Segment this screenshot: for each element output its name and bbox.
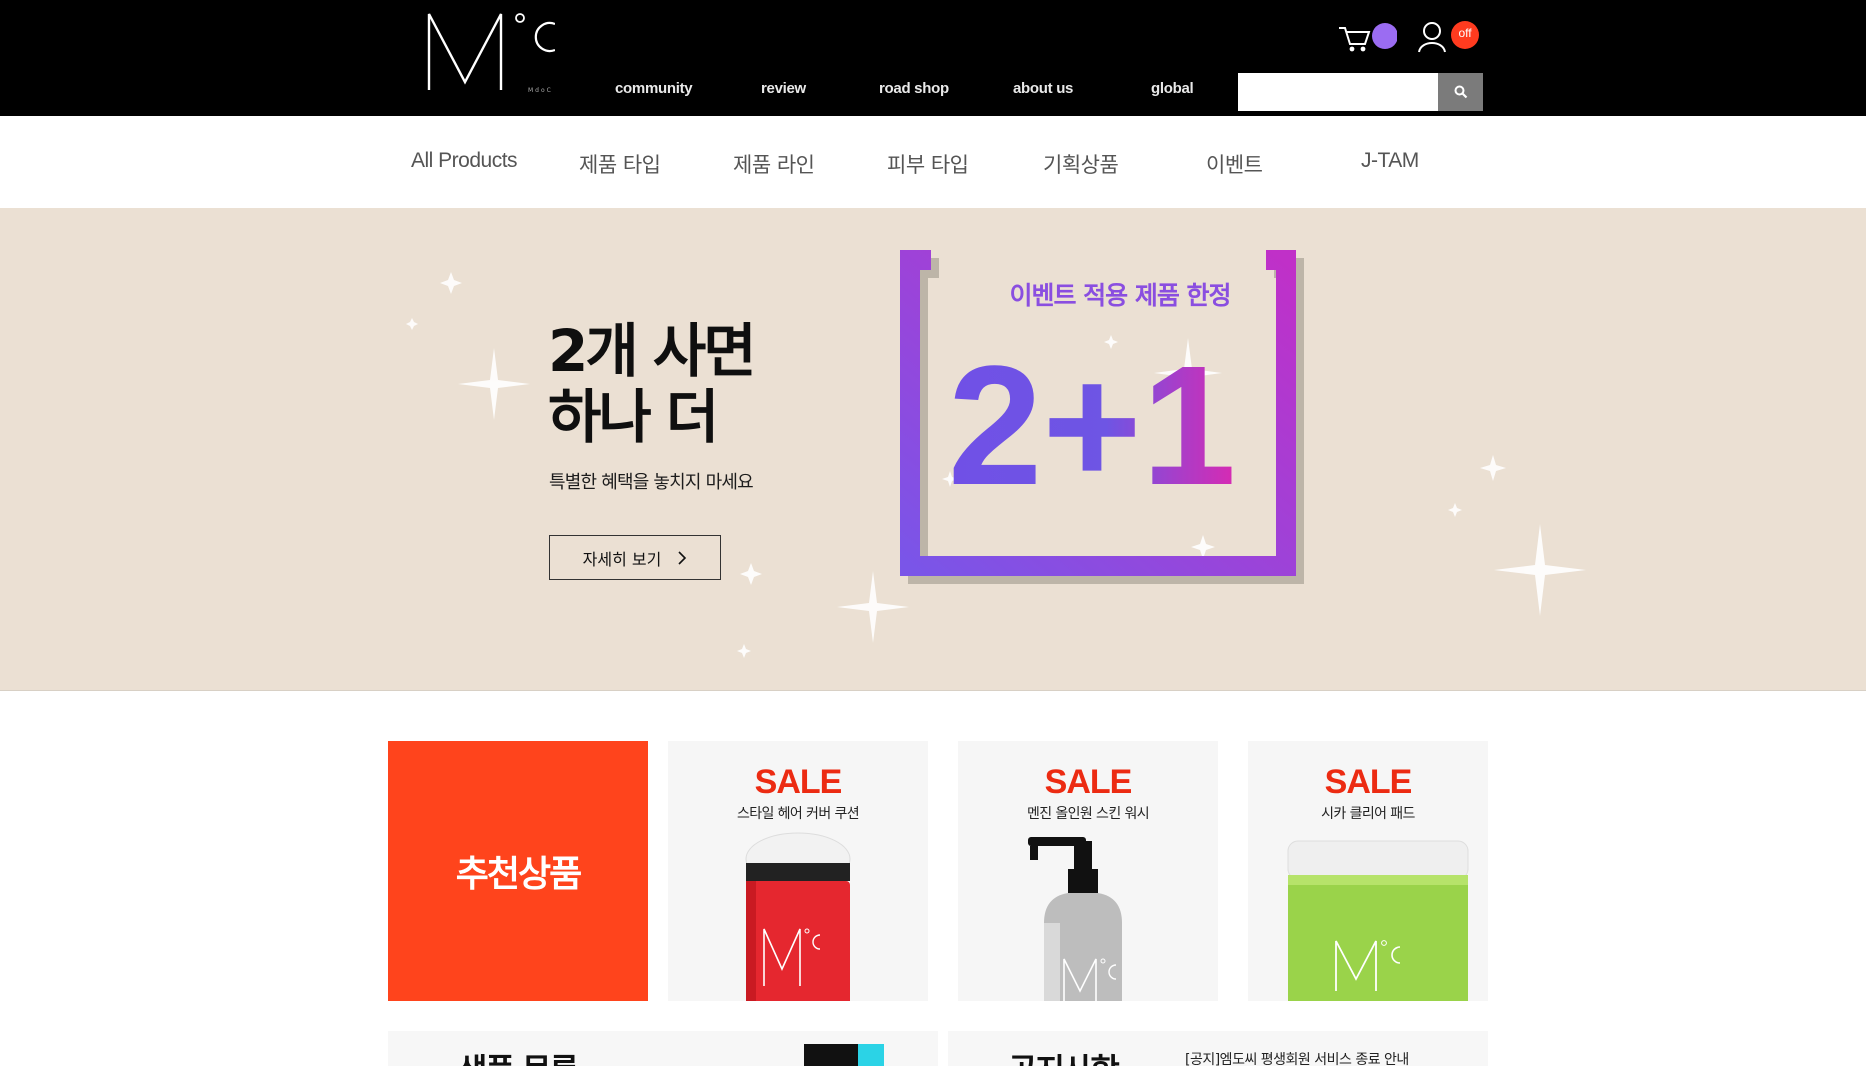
nav-global[interactable]: global — [1151, 80, 1194, 97]
hair-cushion-product-image — [745, 832, 851, 1001]
user-button[interactable]: off — [1418, 20, 1482, 56]
svg-text:MdoC: MdoC — [528, 87, 553, 94]
cart-button[interactable] — [1337, 22, 1398, 54]
product-card[interactable]: SALE 멘진 올인원 스킨 워시 — [958, 741, 1218, 1001]
mdoc-logo[interactable]: MdoC — [425, 10, 555, 95]
nav-review[interactable]: review — [761, 80, 806, 97]
category-product-type[interactable]: 제품 타입 — [579, 149, 661, 179]
search-button[interactable] — [1438, 73, 1483, 111]
category-special-products[interactable]: 기획상품 — [1043, 149, 1119, 179]
promo-2plus1-text: 2+1 — [948, 331, 1236, 521]
product-name: 스타일 헤어 커버 쿠션 — [736, 806, 860, 822]
category-nav: All Products 제품 타입 제품 라인 피부 타입 기획상품 이벤트 … — [0, 116, 1866, 208]
category-skin-type[interactable]: 피부 타입 — [887, 149, 969, 179]
login-status-badge: off — [1458, 26, 1472, 40]
promo-banner[interactable]: 2개 사면 하나 더 특별한 혜택을 놓치지 마세요 자세히 보기 이벤트 적용… — [0, 208, 1866, 691]
skin-wash-product-image — [1028, 837, 1122, 1001]
promo-2plus1-graphic: 2+1 — [900, 250, 1304, 584]
sale-badge: SALE — [1044, 763, 1133, 801]
notice-title: 공지사항 — [1008, 1045, 1120, 1066]
cica-pad-product-image — [1287, 840, 1469, 1001]
category-product-line[interactable]: 제품 라인 — [733, 149, 815, 179]
nav-community[interactable]: community — [615, 80, 693, 97]
notice-card[interactable]: 공지사항 [공지]엠도씨 평생회원 서비스 종료 안내 — [948, 1031, 1488, 1066]
top-bar: MdoC community review road shop about us… — [0, 0, 1866, 116]
category-all-products[interactable]: All Products — [411, 149, 518, 173]
search-icon — [1454, 85, 1467, 99]
view-details-button[interactable]: 자세히 보기 — [549, 535, 721, 580]
cart-icon — [1339, 23, 1398, 52]
sale-badge: SALE — [754, 763, 843, 801]
nav-about-us[interactable]: about us — [1013, 80, 1073, 97]
category-j-tam[interactable]: J-TAM — [1361, 149, 1419, 173]
nav-road-shop[interactable]: road shop — [879, 80, 949, 97]
headline-line-2: 하나 더 — [548, 383, 719, 451]
product-name: 멘진 올인원 스킨 워시 — [1026, 806, 1150, 822]
search-input[interactable] — [1238, 73, 1438, 111]
banner-subtitle: 특별한 혜택을 놓치지 마세요 — [549, 472, 754, 493]
recommended-title: 추천상품 — [455, 854, 582, 895]
recommended-title-tile: 추천상품 — [388, 741, 648, 1001]
product-name: 시카 클리어 패드 — [1321, 806, 1415, 822]
category-events[interactable]: 이벤트 — [1206, 149, 1263, 179]
chevron-right-icon — [678, 550, 687, 565]
sample-list-card[interactable]: 샘플 목록 — [388, 1031, 938, 1066]
product-card[interactable]: SALE 시카 클리어 패드 — [1248, 741, 1488, 1001]
product-card[interactable]: SALE 스타일 헤어 커버 쿠션 — [668, 741, 928, 1001]
sample-list-title: 샘플 목록 — [458, 1045, 579, 1066]
banner-headline: 2개 사면 하나 더 — [548, 317, 757, 451]
view-details-label: 자세히 보기 — [582, 549, 662, 569]
sample-product-thumbnail — [804, 1044, 884, 1066]
sale-badge: SALE — [1324, 763, 1413, 801]
headline-line-1: 2개 사면 — [548, 317, 757, 385]
notice-item[interactable]: [공지]엠도씨 평생회원 서비스 종료 안내 — [1185, 1049, 1409, 1066]
